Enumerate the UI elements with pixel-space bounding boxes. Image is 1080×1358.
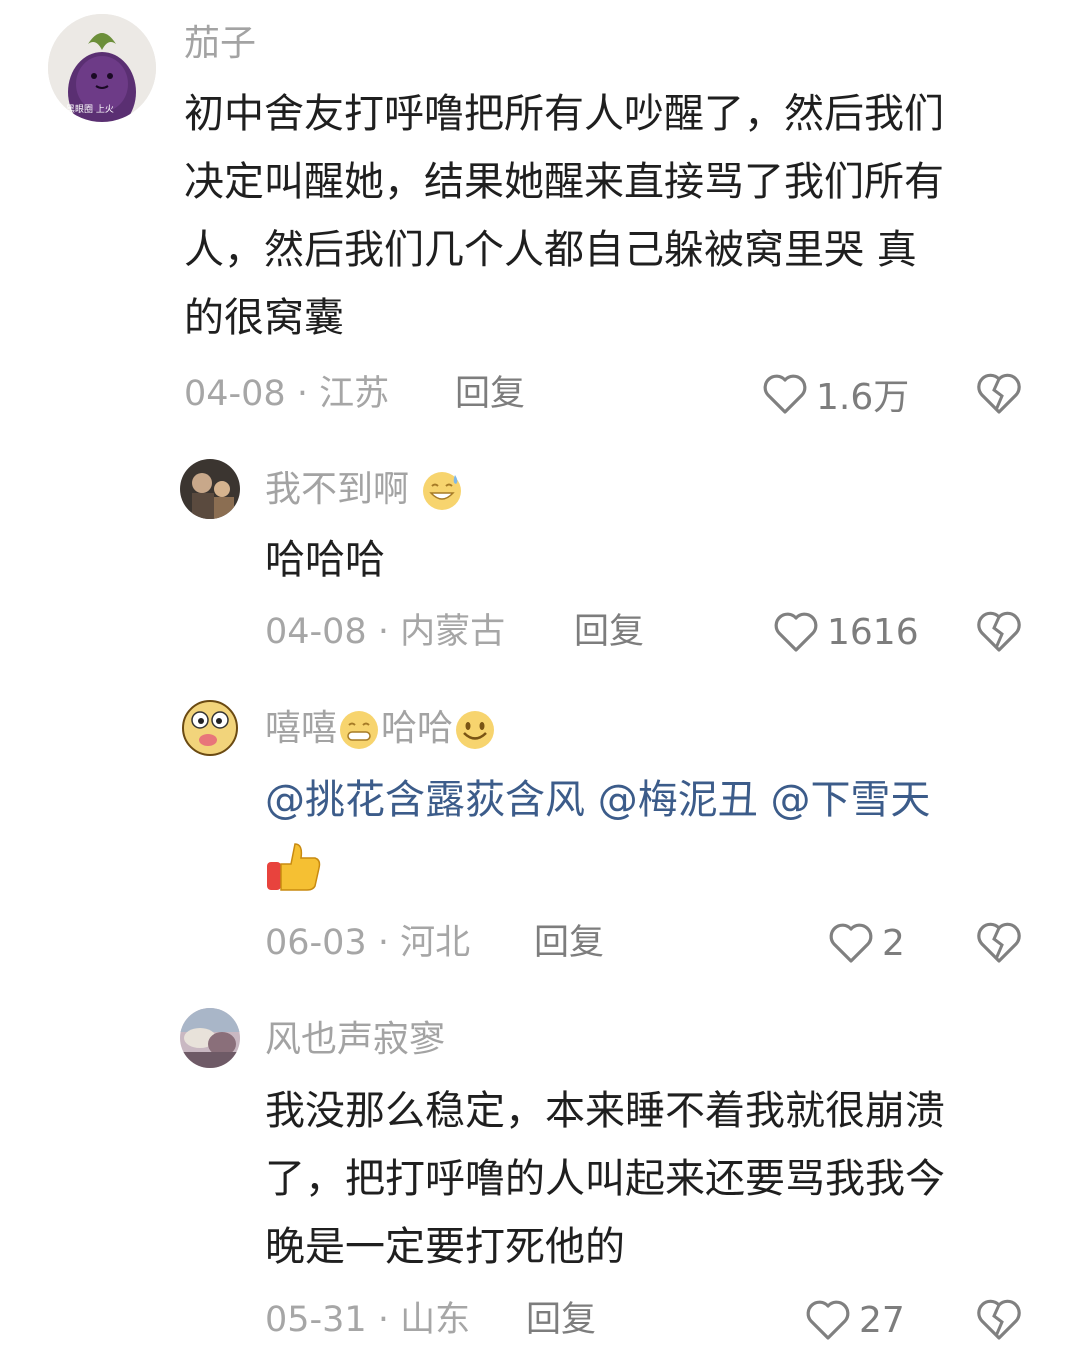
like-button[interactable]: 1.6万 (762, 369, 909, 419)
heart-icon (806, 1300, 850, 1340)
comment-line: 了，把打呼噜的人叫起来还要骂我我今 (265, 1156, 945, 1202)
reply-button[interactable]: 回复 (534, 921, 604, 965)
like-button[interactable]: 27 (805, 1295, 905, 1345)
broken-heart-icon[interactable] (975, 919, 1023, 967)
comment-line: 哈哈哈 (265, 537, 385, 583)
broken-heart-icon[interactable] (975, 1296, 1023, 1344)
reply-button[interactable]: 回复 (455, 372, 525, 416)
reply-button[interactable]: 回复 (574, 610, 644, 654)
thumbs-up-emoji (267, 843, 321, 891)
like-button[interactable]: 2 (828, 918, 905, 968)
reply-button[interactable]: 回复 (526, 1298, 596, 1342)
nickname[interactable]: 嘻嘻 哈哈 (265, 707, 497, 752)
nickname[interactable]: 我不到啊 (265, 468, 464, 513)
mention-link[interactable]: @下雪天 (770, 777, 930, 823)
comment-body: 我没那么稳定，本来睡不着我就很崩溃 了，把打呼噜的人叫起来还要骂我我今 晚是一定… (265, 1077, 1055, 1281)
comment-line: 的很窝囊 (184, 295, 344, 341)
broken-heart-icon[interactable] (975, 608, 1023, 656)
cartoon-face-avatar[interactable] (178, 694, 242, 758)
mention-link[interactable]: @挑花含露荻含风 (265, 777, 585, 823)
landscape-avatar[interactable] (180, 1008, 240, 1068)
grin-emoji (340, 711, 379, 749)
comment-meta: 04-08 · 江苏 (184, 374, 390, 414)
nickname[interactable]: 茄子 (184, 22, 256, 66)
like-count: 1.6万 (816, 377, 910, 418)
comment-line: 决定叫醒她，结果她醒来直接骂了我们所有 (184, 159, 944, 205)
nickname-text: 嘻嘻 (265, 708, 338, 749)
like-count: 2 (882, 922, 905, 964)
smile-emoji (456, 711, 495, 749)
eggplant-avatar[interactable]: 黑眼圈 上火 (48, 14, 156, 122)
comment-line: 人，然后我们几个人都自己躲被窝里哭 真 (184, 227, 917, 273)
mention-link[interactable]: @梅泥丑 (598, 777, 758, 823)
comment-line: 初中舍友打呼噜把所有人吵醒了，然后我们 (184, 91, 944, 137)
comment-line: 晚是一定要打死他的 (265, 1224, 625, 1270)
comment-body: @挑花含露荻含风 @梅泥丑 @下雪天 (265, 766, 1055, 902)
comment-body: 初中舍友打呼噜把所有人吵醒了，然后我们 决定叫醒她，结果她醒来直接骂了我们所有 … (184, 80, 1054, 352)
comment-line: 我没那么稳定，本来睡不着我就很崩溃 (265, 1088, 945, 1134)
comment-meta: 06-03 · 河北 (265, 923, 471, 963)
broken-heart-icon[interactable] (975, 370, 1023, 418)
photo-avatar[interactable] (180, 459, 240, 519)
nickname-text: 我不到啊 (265, 469, 410, 510)
nickname[interactable]: 风也声寂寥 (265, 1018, 445, 1062)
heart-icon (763, 374, 807, 414)
nickname-text: 哈哈 (381, 708, 454, 749)
comment-meta: 05-31 · 山东 (265, 1300, 471, 1340)
like-count: 27 (859, 1299, 905, 1341)
like-button[interactable]: 1616 (773, 607, 919, 657)
comment-body: 哈哈哈 (265, 526, 385, 594)
sweat-smile-emoji (423, 472, 462, 510)
mention-line: @挑花含露荻含风 @梅泥丑 @下雪天 (265, 766, 1055, 834)
comment-meta: 04-08 · 内蒙古 (265, 612, 506, 652)
heart-icon (829, 923, 873, 963)
avatar-caption: 黑眼圈 上火 (66, 105, 114, 115)
like-count: 1616 (827, 611, 919, 653)
heart-icon (774, 612, 818, 652)
